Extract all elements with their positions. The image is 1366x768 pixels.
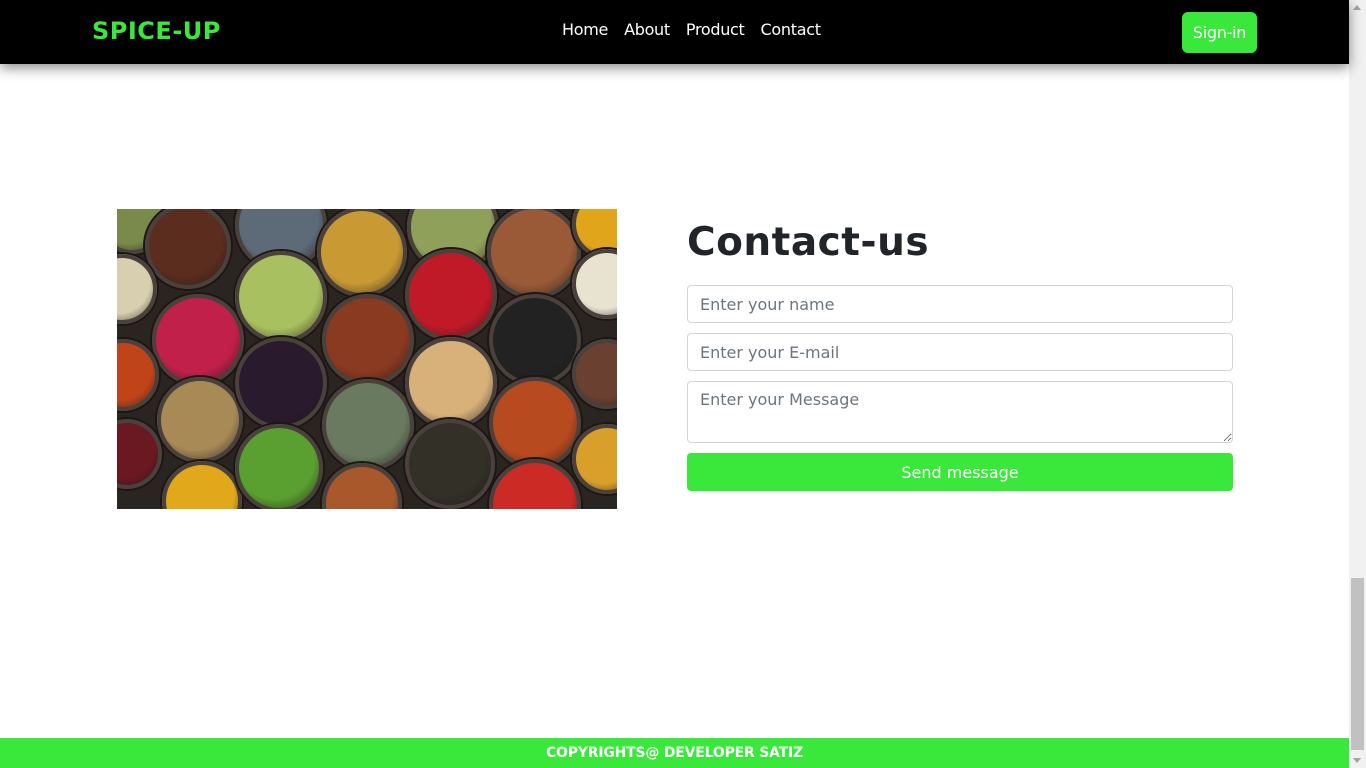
- spices-image: [117, 209, 617, 509]
- sign-in-button[interactable]: Sign-in: [1182, 12, 1257, 53]
- spice-bowl: [317, 209, 407, 297]
- nav-links: Home About Product Contact: [562, 19, 821, 41]
- name-input[interactable]: [687, 285, 1233, 323]
- spice-bowl: [405, 337, 497, 429]
- spice-bowl: [117, 419, 162, 489]
- scroll-up-icon[interactable]: [1353, 5, 1361, 10]
- message-textarea[interactable]: [687, 381, 1233, 443]
- spice-bowl: [322, 379, 414, 471]
- contact-title: Contact-us: [687, 220, 930, 265]
- spice-bowl: [157, 377, 243, 463]
- spice-bowl: [235, 337, 327, 429]
- spice-bowl: [162, 461, 242, 509]
- spice-bowl: [322, 463, 402, 509]
- send-message-button[interactable]: Send message: [687, 453, 1233, 491]
- nav-link-home[interactable]: Home: [562, 19, 608, 41]
- nav-link-product[interactable]: Product: [686, 19, 745, 41]
- scroll-down-icon[interactable]: [1353, 758, 1361, 763]
- spice-bowl: [489, 294, 581, 386]
- spice-bowl: [152, 294, 244, 386]
- footer-copyright: COPYRIGHTS@ DEVELOPER SATIZ: [545, 745, 803, 761]
- nav-link-contact[interactable]: Contact: [761, 19, 821, 41]
- navbar: SPICE-UP Home About Product Contact Sign…: [0, 0, 1349, 64]
- vertical-scrollbar[interactable]: [1349, 0, 1366, 768]
- spice-bowl: [487, 209, 581, 299]
- footer: COPYRIGHTS@ DEVELOPER SATIZ: [0, 738, 1349, 768]
- spice-bowl: [235, 424, 323, 509]
- spice-bowl: [235, 251, 327, 343]
- spice-bowl: [489, 377, 581, 469]
- spice-bowl: [489, 459, 581, 509]
- nav-link-about[interactable]: About: [624, 19, 670, 41]
- spice-bowl: [145, 209, 231, 289]
- page: SPICE-UP Home About Product Contact Sign…: [0, 0, 1349, 768]
- spice-bowl: [405, 419, 495, 509]
- spice-bowl: [322, 294, 414, 386]
- spice-bowl: [405, 249, 497, 341]
- brand-logo[interactable]: SPICE-UP: [92, 16, 221, 46]
- email-input[interactable]: [687, 333, 1233, 371]
- scroll-thumb[interactable]: [1351, 578, 1364, 750]
